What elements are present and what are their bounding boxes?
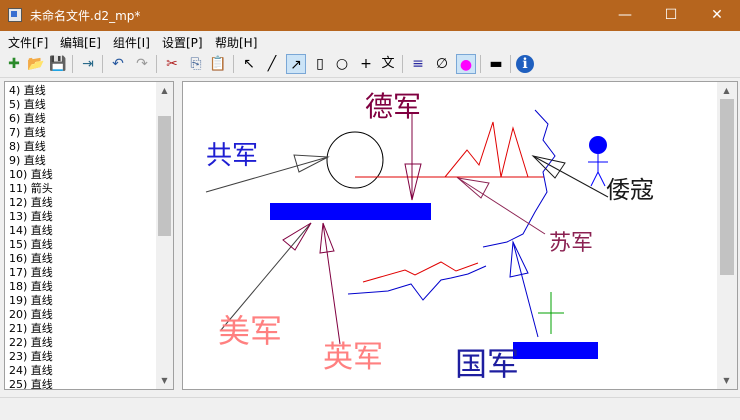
list-item[interactable]: 12) 直线 [9,196,53,210]
copy-icon[interactable]: ⎘ [186,54,206,74]
blue-bar-top[interactable] [270,203,431,220]
toolbar: ✚ 📂 💾 ⇥ ↶ ↷ ✂ ⎘ 📋 ↖ ╱ ↗ ▯ ○ + 文 ≡ ∅ ● ▬ … [0,51,740,78]
menu-component[interactable]: 组件[I] [113,34,150,51]
maximize-button[interactable]: ☐ [648,0,694,31]
arrow-soviet-shaft[interactable] [457,177,546,235]
red-wavy-line[interactable] [362,261,479,283]
list-scroll-thumb[interactable] [158,116,171,236]
redo-icon[interactable]: ↷ [132,54,152,74]
close-button[interactable]: ✕ [694,0,740,31]
rectangle-tool-icon[interactable]: ▯ [310,54,330,74]
text-tool-icon[interactable]: 文 [378,54,398,74]
fill-color-icon[interactable]: ● [456,54,476,74]
toolbar-separator [402,55,403,73]
undo-icon[interactable]: ↶ [108,54,128,74]
list-item[interactable]: 21) 直线 [9,322,53,336]
open-file-icon[interactable]: 📂 [26,54,46,74]
toolbar-separator [156,55,157,73]
line-style-icon[interactable]: ▬ [486,54,506,74]
component-list[interactable]: 4) 直线 5) 直线 6) 直线 7) 直线 8) 直线 9) 直线 10) … [4,81,174,390]
canvas-drawing[interactable]: 德军 共军 倭寇 苏军 美军 英军 国军 [183,82,717,389]
blue-wavy-line[interactable] [347,265,487,301]
list-item[interactable]: 24) 直线 [9,364,53,378]
toolbar-separator [72,55,73,73]
toolbar-separator [480,55,481,73]
list-item[interactable]: 11) 箭头 [9,182,53,196]
list-item[interactable]: 19) 直线 [9,294,53,308]
menu-settings[interactable]: 设置[P] [162,34,203,51]
circle-tool-icon[interactable]: ○ [332,54,352,74]
line-color-icon[interactable]: ≡ [408,54,428,74]
list-item[interactable]: 25) 直线 [9,378,53,389]
list-item[interactable]: 20) 直线 [9,308,53,322]
list-item[interactable]: 7) 直线 [9,126,46,140]
drawing-canvas[interactable]: 德军 共军 倭寇 苏军 美军 英军 国军 ▲ ▼ [182,81,738,390]
toolbar-separator [233,55,234,73]
list-item[interactable]: 16) 直线 [9,252,53,266]
label-soviet[interactable]: 苏军 [549,231,593,256]
arrow-nationalist-head[interactable] [509,240,529,278]
arrow-japanese-head[interactable] [531,155,566,179]
circle-shape[interactable] [326,131,384,189]
list-item[interactable]: 15) 直线 [9,238,53,252]
cross-tool-icon[interactable]: + [356,54,376,74]
status-bar [0,397,740,420]
list-scrollbar[interactable]: ▲ ▼ [156,82,173,389]
app-icon [8,8,22,22]
arrow-german-head[interactable] [404,163,422,201]
new-file-icon[interactable]: ✚ [4,54,24,74]
arrow-american-head[interactable] [282,222,312,251]
cut-icon[interactable]: ✂ [162,54,182,74]
list-scroll-up-arrow[interactable]: ▲ [156,82,173,99]
label-communist[interactable]: 共军 [206,141,258,171]
line-tool-icon[interactable]: ╱ [262,54,282,74]
list-item[interactable]: 13) 直线 [9,210,53,224]
list-item[interactable]: 22) 直线 [9,336,53,350]
list-item[interactable]: 5) 直线 [9,98,46,112]
canvas-scroll-up-arrow[interactable]: ▲ [718,82,735,99]
list-item[interactable]: 17) 直线 [9,266,53,280]
toolbar-separator [102,55,103,73]
list-item[interactable]: 23) 直线 [9,350,53,364]
list-item[interactable]: 8) 直线 [9,140,46,154]
list-item[interactable]: 18) 直线 [9,280,53,294]
label-japanese[interactable]: 倭寇 [606,176,654,204]
label-nationalist[interactable]: 国军 [455,345,519,383]
canvas-scrollbar[interactable]: ▲ ▼ [717,82,737,389]
select-tool-icon[interactable]: ↖ [239,54,259,74]
arrow-tool-icon[interactable]: ↗ [286,54,306,74]
save-file-icon[interactable]: 💾 [48,54,68,74]
export-icon[interactable]: ⇥ [78,54,98,74]
list-item[interactable]: 9) 直线 [9,154,46,168]
list-item[interactable]: 4) 直线 [9,84,46,98]
toolbar-separator [510,55,511,73]
menu-help[interactable]: 帮助[H] [215,34,257,51]
red-jagged-line[interactable] [444,121,529,178]
blue-bar-bottom[interactable] [513,342,598,359]
stick-figure-leg-left[interactable] [590,171,599,187]
label-american[interactable]: 美军 [218,312,282,350]
info-icon[interactable]: ℹ [516,55,534,73]
menu-bar: 文件[F] 编辑[E] 组件[I] 设置[P] 帮助[H] [0,31,740,51]
list-item[interactable]: 6) 直线 [9,112,46,126]
title-bar: 未命名文件.d2_mp* — ☐ ✕ [0,0,740,31]
list-item[interactable]: 14) 直线 [9,224,53,238]
menu-edit[interactable]: 编辑[E] [60,34,101,51]
menu-file[interactable]: 文件[F] [8,34,48,51]
arrow-communist-head[interactable] [293,154,330,173]
no-fill-icon[interactable]: ∅ [432,54,452,74]
stick-figure-leg-right[interactable] [597,171,606,187]
list-scroll-down-arrow[interactable]: ▼ [156,372,173,389]
arrow-nationalist-shaft[interactable] [512,241,539,338]
label-british[interactable]: 英军 [323,340,383,375]
minimize-button[interactable]: — [602,0,648,31]
canvas-scroll-thumb[interactable] [720,99,734,275]
paste-icon[interactable]: 📋 [208,54,228,74]
list-item[interactable]: 10) 直线 [9,168,53,182]
stick-figure-head[interactable] [589,136,607,154]
label-german[interactable]: 德军 [365,90,421,123]
canvas-scroll-down-arrow[interactable]: ▼ [718,372,735,389]
window-title: 未命名文件.d2_mp* [30,9,141,23]
arrow-british-shaft[interactable] [322,222,341,345]
